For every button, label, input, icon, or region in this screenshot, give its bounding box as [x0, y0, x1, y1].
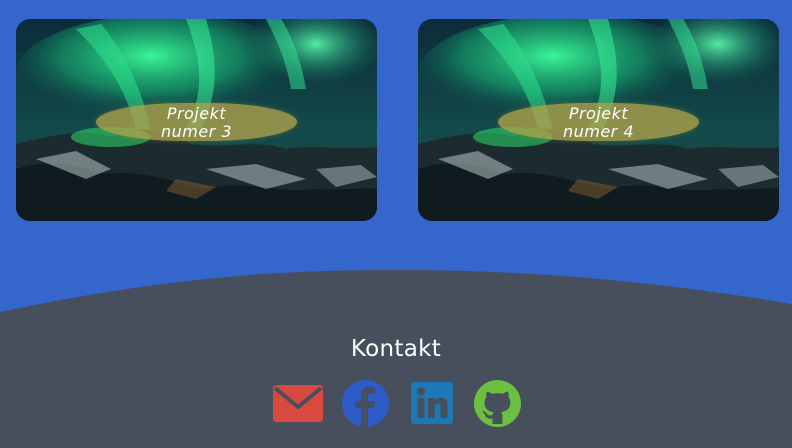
caption-line-2: numer 4: [562, 122, 635, 141]
email-icon[interactable]: [273, 385, 323, 422]
caption-line-1: Projekt: [568, 104, 629, 123]
social-links: [0, 380, 792, 427]
linkedin-icon[interactable]: [411, 382, 453, 424]
project-caption: Projekt numer 4: [418, 105, 779, 141]
facebook-icon[interactable]: [342, 380, 389, 427]
project-caption: Projekt numer 3: [16, 105, 377, 141]
caption-line-1: Projekt: [166, 104, 227, 123]
github-icon[interactable]: [474, 380, 521, 427]
project-card-3[interactable]: Projekt numer 3: [16, 19, 377, 221]
caption-line-2: numer 3: [160, 122, 233, 141]
contact-heading: Kontakt: [350, 336, 442, 362]
project-card-4[interactable]: Projekt numer 4: [418, 19, 779, 221]
